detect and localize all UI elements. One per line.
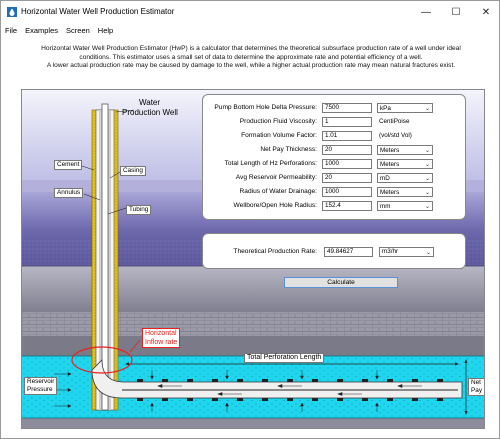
permeability-unit-value: mD [380,175,390,182]
perforation-length-unit-select[interactable]: Meters ⌄ [377,159,433,169]
label-horizontal-inflow-line2: Inflow rate [145,339,178,346]
input-row-drainage-radius: Radius of Water Drainage: 1000 Meters ⌄ [203,186,467,198]
close-button[interactable]: ✕ [471,1,500,23]
input-row-wellbore-radius: Wellbore/Open Hole Radius: 152.4 mm ⌄ [203,200,467,212]
input-row-permeability: Avg Reservoir Permeability: 20 mD ⌄ [203,172,467,184]
menu-screen[interactable]: Screen [66,26,90,35]
volume-factor-input[interactable]: 1.01 [322,131,372,141]
drainage-radius-unit-select[interactable]: Meters ⌄ [377,187,433,197]
wellbore-radius-label: Wellbore/Open Hole Radius: [233,202,317,209]
permeability-label: Avg Reservoir Permeability: [235,174,317,181]
label-reservoir-pressure-line2: Pressure [27,386,53,393]
volume-factor-label: Formation Volume Factor: [241,132,317,139]
chevron-down-icon: ⌄ [424,190,430,196]
chevron-down-icon: ⌄ [424,176,430,182]
label-total-perforation-length: Total Perforation Length [244,353,325,363]
menu-bar: File Examples Screen Help [1,23,499,37]
input-row-perforation-length: Total Length of Hz Perforations: 1000 Me… [203,158,467,170]
chevron-down-icon: ⌄ [424,204,430,210]
permeability-unit-select[interactable]: mD ⌄ [377,173,433,183]
drainage-radius-label: Radius of Water Drainage: [239,188,317,195]
label-casing: Casing [120,166,146,176]
input-row-viscosity: Production Fluid Viscosity: 1 CentiPoise [203,116,467,128]
viscosity-label: Production Fluid Viscosity: [239,118,317,125]
permeability-input[interactable]: 20 [322,173,372,183]
chevron-down-icon: ⌄ [424,148,430,154]
perforation-length-label: Total Length of Hz Perforations: [224,160,317,167]
result-panel: Theoretical Production Rate: 49.84627 m3… [202,233,466,269]
maximize-icon: ☐ [451,6,461,18]
viscosity-unit: CentiPoise [379,118,410,125]
input-row-delta-pressure: Pump Bottom Hole Delta Pressure: 7500 kP… [203,102,467,114]
net-pay-unit-select[interactable]: Meters ⌄ [377,145,433,155]
volume-factor-unit: (vol/std Vol) [379,132,412,139]
window-title: Horizontal Water Well Production Estimat… [21,7,175,16]
perforation-length-input[interactable]: 1000 [322,159,372,169]
drainage-radius-input[interactable]: 1000 [322,187,372,197]
net-pay-unit-value: Meters [380,147,400,154]
production-rate-unit-value: m3/hr [382,248,399,255]
label-net-pay-line1: Net [471,379,481,386]
menu-help[interactable]: Help [98,26,113,35]
net-pay-label: Net Pay Thickness: [260,146,317,153]
app-description: Horizontal Water Well Production Estimat… [11,45,491,71]
production-rate-output[interactable]: 49.84627 [324,247,373,257]
label-tubing: Tubing [126,205,152,215]
label-reservoir-pressure: Reservoir Pressure [24,377,58,395]
title-bar[interactable]: Horizontal Water Well Production Estimat… [1,1,499,23]
chevron-down-icon: ⌄ [424,106,430,112]
delta-pressure-label: Pump Bottom Hole Delta Pressure: [214,104,317,111]
label-horizontal-inflow-line1: Horizontal [145,330,177,337]
description-line-3: A lower actual production rate may be ca… [46,62,456,70]
description-line-2: conditions. This estimator uses a small … [79,53,423,61]
delta-pressure-unit-value: kPa [380,105,391,112]
input-row-net-pay: Net Pay Thickness: 20 Meters ⌄ [203,144,467,156]
water-drop-app-icon [7,7,17,17]
inputs-panel: Pump Bottom Hole Delta Pressure: 7500 kP… [202,94,466,220]
net-pay-input[interactable]: 20 [322,145,372,155]
app-window: Horizontal Water Well Production Estimat… [0,0,500,439]
wellbore-radius-input[interactable]: 152.4 [322,201,372,211]
production-rate-unit-select[interactable]: m3/hr ⌄ [379,247,434,257]
minimize-icon: — [421,6,431,18]
menu-file[interactable]: File [5,26,17,35]
maximize-button[interactable]: ☐ [441,1,471,23]
calculate-button[interactable]: Calculate [284,277,398,288]
viscosity-input[interactable]: 1 [322,117,372,127]
chevron-down-icon: ⌄ [424,162,430,168]
label-reservoir-pressure-line1: Reservoir [27,378,55,385]
label-production-well: Production Well [122,108,178,117]
delta-pressure-unit-select[interactable]: kPa ⌄ [377,103,433,113]
perforation-length-unit-value: Meters [380,161,400,168]
label-annulus: Annulus [54,188,84,198]
description-line-1: Horizontal Water Well Production Estimat… [41,45,461,52]
delta-pressure-input[interactable]: 7500 [322,103,372,113]
drainage-radius-unit-value: Meters [380,189,400,196]
chevron-down-icon: ⌄ [425,250,431,256]
wellbore-radius-unit-select[interactable]: mm ⌄ [377,201,433,211]
menu-examples[interactable]: Examples [25,26,58,35]
label-net-pay: Net Pay [468,378,484,396]
wellbore-radius-unit-value: mm [380,203,391,210]
production-rate-label: Theoretical Production Rate: [233,248,317,255]
close-icon: ✕ [481,6,491,18]
label-horizontal-inflow: Horizontal Inflow rate [142,328,181,348]
label-cement: Cement [54,160,83,170]
input-row-volume-factor: Formation Volume Factor: 1.01 (vol/std V… [203,130,467,142]
label-net-pay-line2: Pay [471,387,483,394]
minimize-button[interactable]: — [411,1,441,23]
label-water: Water [139,98,161,107]
